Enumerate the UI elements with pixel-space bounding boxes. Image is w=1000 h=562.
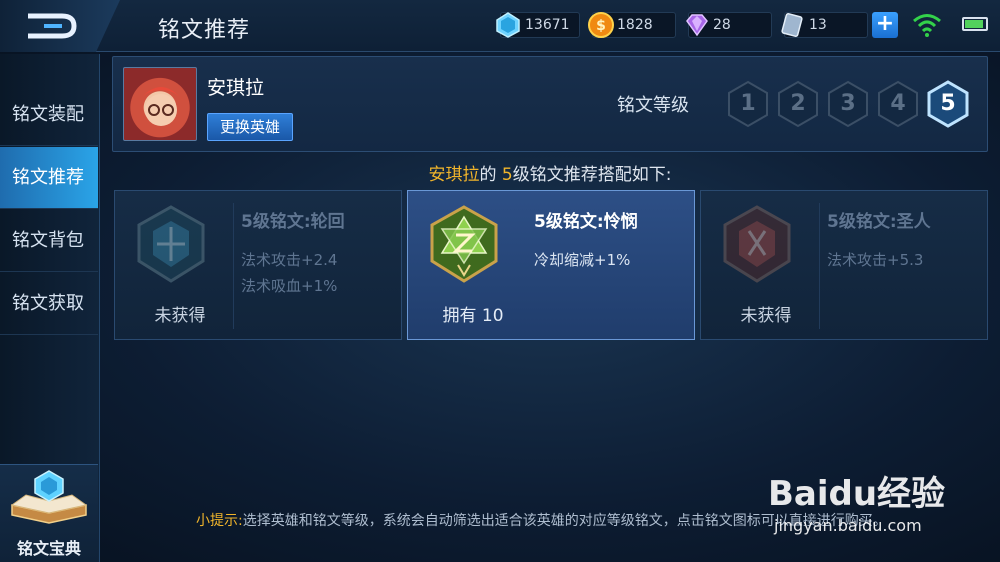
- gold-value: 1828: [617, 17, 653, 33]
- gold-coin-icon: $: [588, 12, 614, 38]
- ticket-counter: 13: [781, 12, 868, 38]
- sidebar-item-obtain[interactable]: 铭文获取: [0, 273, 98, 335]
- hero-avatar[interactable]: [123, 67, 197, 141]
- diamond-counter: 13671: [496, 12, 580, 38]
- rune-status-samsara: 未获得: [154, 306, 206, 326]
- level-4-button[interactable]: 4: [875, 79, 921, 129]
- rune-card-mercy[interactable]: 拥有 10 5级铭文:怜悯 冷却缩减+1%: [407, 190, 695, 340]
- level-2-button[interactable]: 2: [775, 79, 821, 129]
- rune-stat-samsara-2: 法术吸血+1%: [241, 277, 338, 295]
- hero-name: 安琪拉: [207, 77, 265, 99]
- level-5-button[interactable]: 5: [925, 79, 971, 129]
- hint-label: 小提示:: [196, 513, 243, 529]
- rune-status-mercy: 拥有 10: [442, 306, 504, 326]
- diamond-value: 13671: [525, 17, 570, 33]
- rune-stat-mercy-1: 冷却缩减+1%: [534, 251, 631, 269]
- rune-name-sage: 5级铭文:圣人: [827, 212, 931, 232]
- back-arrow-icon: [28, 13, 77, 39]
- rune-card-sage[interactable]: 未获得 5级铭文:圣人 法术攻击+5.3: [700, 190, 988, 340]
- headline-level: 5: [501, 165, 513, 185]
- rune-codex-label: 铭文宝典: [16, 539, 81, 558]
- level-5-label: 5: [940, 91, 956, 116]
- watermark-url: jingyan.baidu.com: [774, 516, 922, 535]
- rune-level-label: 铭文等级: [617, 95, 689, 116]
- back-button[interactable]: [0, 0, 120, 52]
- headline-hero: 安琪拉: [428, 165, 480, 185]
- level-3-button[interactable]: 3: [825, 79, 871, 129]
- baidu-watermark: Baidu经验 jingyan.baidu.com: [768, 466, 988, 546]
- level-4-label: 4: [890, 91, 906, 116]
- rune-emblem-sage-icon: [723, 205, 791, 283]
- rune-stat-samsara-1: 法术攻击+2.4: [241, 251, 338, 269]
- gem-counter: 28: [686, 12, 772, 38]
- level-1-label: 1: [740, 91, 756, 116]
- rune-codex-button[interactable]: 铭文宝典: [0, 464, 98, 562]
- page-title: 铭文推荐: [158, 18, 251, 43]
- hero-portrait-icon: [138, 87, 184, 126]
- headline-rest: 级铭文推荐搭配如下:: [512, 165, 672, 185]
- rune-status-sage: 未获得: [740, 306, 792, 326]
- book-icon: [10, 470, 88, 524]
- battery-icon: [962, 17, 988, 31]
- watermark-brand: Baidu经验: [768, 474, 946, 514]
- svg-text:$: $: [596, 18, 606, 34]
- wifi-icon: [913, 14, 941, 37]
- rune-name-mercy: 5级铭文:怜悯: [534, 212, 638, 232]
- level-2-label: 2: [790, 91, 806, 116]
- purple-gem-icon: [686, 14, 708, 37]
- rune-name-samsara: 5级铭文:轮回: [241, 212, 345, 232]
- rune-emblem-samsara-icon: [137, 205, 205, 283]
- sidebar-item-backpack[interactable]: 铭文背包: [0, 210, 98, 272]
- ticket-icon: [781, 12, 803, 38]
- top-bar: 铭文推荐 13671 $ 1828 28 13 +: [0, 0, 1000, 52]
- add-currency-button[interactable]: +: [872, 12, 898, 38]
- headline-mid: 的: [479, 165, 502, 185]
- rune-stat-sage-1: 法术攻击+5.3: [827, 251, 924, 269]
- swap-hero-button[interactable]: 更换英雄: [207, 113, 293, 141]
- rune-card-samsara[interactable]: 未获得 5级铭文:轮回 法术攻击+2.4 法术吸血+1%: [114, 190, 402, 340]
- gem-value: 28: [713, 17, 731, 33]
- recommendation-headline: 安琪拉的 5级铭文推荐搭配如下:: [0, 160, 1000, 185]
- hero-panel: 安琪拉 更换英雄 铭文等级 1 2 3 4 5: [112, 56, 988, 152]
- rune-emblem-mercy-icon: [430, 205, 498, 283]
- level-3-label: 3: [840, 91, 856, 116]
- diamond-icon: [496, 12, 520, 38]
- gold-counter: $ 1828: [588, 12, 676, 38]
- sidebar-item-equip[interactable]: 铭文装配: [0, 84, 98, 146]
- level-1-button[interactable]: 1: [725, 79, 771, 129]
- ticket-value: 13: [809, 17, 827, 33]
- sidebar: 铭文装配 铭文推荐 铭文背包 铭文获取 铭文宝典: [0, 54, 100, 562]
